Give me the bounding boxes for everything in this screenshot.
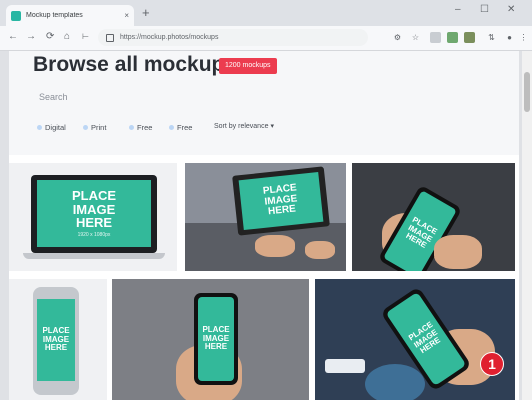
browser-toolbar: ← → ⟳ ⌂ ⊢ https://mockup.photos/mockups …: [0, 26, 532, 51]
device-on-table: [325, 359, 365, 373]
sync-icon[interactable]: ⇅: [486, 32, 497, 43]
filter-digital[interactable]: Digital: [37, 123, 66, 132]
step-marker-badge: 1: [480, 352, 504, 376]
laptop-base: [23, 253, 165, 259]
filter-label: Free: [137, 123, 153, 132]
profile-icon[interactable]: ●: [504, 32, 515, 43]
mockup-phone-front[interactable]: PLACE IMAGE HERE: [9, 279, 107, 400]
tab-title: Mockup templates: [26, 12, 83, 19]
site-favicon-icon: [11, 10, 21, 21]
minimize-icon[interactable]: –: [455, 4, 461, 15]
count-badge: 1200 mockups: [219, 58, 277, 74]
filter-free-2[interactable]: Free: [169, 123, 192, 132]
close-window-icon[interactable]: ✕: [507, 4, 515, 15]
screen-text: HERE: [267, 203, 297, 218]
filter-label: Digital: [45, 123, 66, 132]
page-title: Browse all mockups: [33, 53, 237, 76]
filter-print[interactable]: Print: [83, 123, 106, 132]
chevron-down-icon: ▾: [270, 123, 274, 130]
screen-text: HERE: [75, 215, 113, 231]
page-content: Browse all mockups 1200 mockups Search D…: [9, 51, 519, 400]
mockup-screen: PLACE IMAGE HERE: [37, 299, 75, 381]
screen-text: IMAGE: [72, 201, 116, 217]
checkbox-icon: [37, 125, 42, 130]
mockup-laptop-hands[interactable]: PLACE IMAGE HERE: [185, 163, 346, 271]
extension-icon-3[interactable]: [447, 32, 458, 43]
hand: [255, 235, 295, 257]
extension-icon-2[interactable]: [430, 32, 441, 43]
mockup-phone-hands[interactable]: PLACE IMAGE HERE: [352, 163, 515, 271]
extension-icon-4[interactable]: [464, 32, 475, 43]
extension-icon[interactable]: ⚙: [392, 32, 403, 43]
checkbox-icon: [129, 125, 134, 130]
checkbox-icon: [169, 125, 174, 130]
bookmark-icon[interactable]: ⊢: [82, 31, 89, 43]
screen-text: HERE: [44, 343, 68, 353]
screen-text: PLACE: [71, 187, 117, 203]
sort-dropdown[interactable]: Sort by relevance ▾: [214, 122, 274, 130]
new-tab-button[interactable]: +: [142, 5, 150, 21]
star-icon[interactable]: ☆: [410, 32, 421, 43]
menu-icon[interactable]: ⋮: [518, 32, 529, 43]
search-input[interactable]: Search: [39, 92, 68, 102]
address-bar[interactable]: https://mockup.photos/mockups: [98, 29, 368, 46]
page-header: Browse all mockups 1200 mockups Search D…: [9, 51, 519, 155]
reload-icon[interactable]: ⟳: [46, 31, 54, 43]
tab-bar: Mockup templates × + – ☐ ✕: [0, 0, 532, 26]
mockup-laptop-front[interactable]: PLACE IMAGE HERE 1920 x 1080px: [9, 163, 177, 271]
mockup-phone-hand-vertical[interactable]: PLACE IMAGE HERE: [112, 279, 309, 400]
url-text: https://mockup.photos/mockups: [120, 34, 219, 41]
browser-tab[interactable]: Mockup templates ×: [6, 5, 134, 26]
lock-icon: [106, 33, 114, 42]
back-icon[interactable]: ←: [8, 31, 18, 43]
mockup-screen: PLACE IMAGE HERE: [198, 297, 234, 381]
home-icon[interactable]: ⌂: [64, 31, 70, 43]
tab-close-icon[interactable]: ×: [124, 11, 129, 20]
mockup-screen: PLACE IMAGE HERE: [238, 171, 324, 231]
scrollbar-thumb[interactable]: [524, 72, 530, 112]
sort-label: Sort by relevance: [214, 123, 269, 130]
checkbox-icon: [83, 125, 88, 130]
forward-icon[interactable]: →: [26, 31, 36, 43]
filter-free[interactable]: Free: [129, 123, 152, 132]
filter-label: Print: [91, 123, 107, 132]
filter-label: Free: [177, 123, 193, 132]
screen-caption: 1920 x 1080px: [77, 231, 111, 238]
screen-text: HERE: [204, 342, 228, 352]
mockup-screen: PLACE IMAGE HERE 1920 x 1080px: [37, 180, 151, 247]
maximize-icon[interactable]: ☐: [480, 4, 489, 15]
mockup-phone-cafe[interactable]: PLACE IMAGE HERE: [315, 279, 515, 400]
hand: [305, 241, 335, 259]
cup: [365, 364, 425, 400]
hand: [434, 235, 482, 269]
